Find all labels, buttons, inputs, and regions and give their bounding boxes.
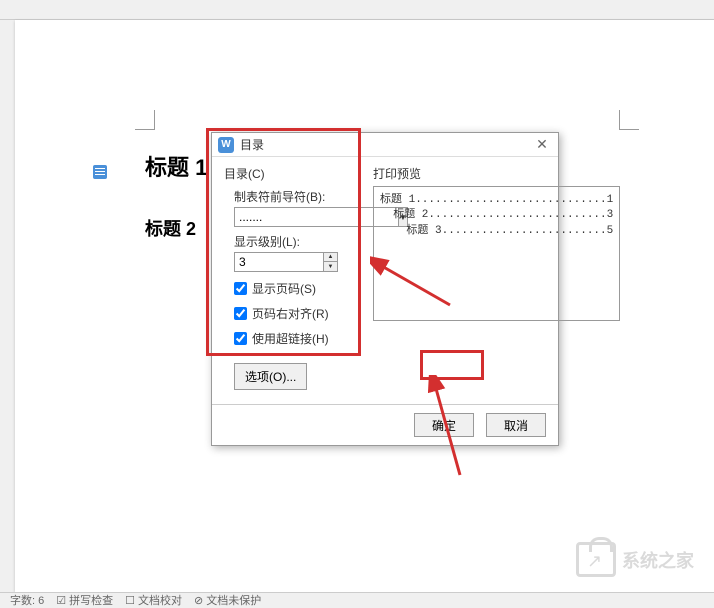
cancel-button[interactable]: 取消: [486, 413, 546, 437]
spinner-up-icon[interactable]: ▲: [324, 252, 338, 262]
toc-section-label: 目录(C): [224, 165, 359, 182]
status-unsaved[interactable]: ⊘文档未保护: [194, 592, 261, 608]
status-proof[interactable]: ☐文档校对: [125, 592, 182, 608]
status-bar: 字数: 6 ☑拼写检查 ☐文档校对 ⊘文档未保护: [0, 592, 714, 607]
status-word-count[interactable]: 字数: 6: [10, 592, 44, 608]
hyperlink-checkbox[interactable]: [234, 332, 247, 345]
hyperlink-label: 使用超链接(H): [252, 330, 329, 347]
toc-dialog: W 目录 ✕ 目录(C) 制表符前导符(B): ▼ 显示级别(L): ▲ ▼ 显…: [211, 132, 559, 446]
dialog-right-panel: 打印预览 标题 1.............................1 …: [373, 165, 620, 390]
dialog-footer: 确定 取消: [212, 404, 558, 445]
level-spinner[interactable]: ▲ ▼: [234, 252, 359, 272]
show-page-label: 显示页码(S): [252, 280, 316, 297]
crop-mark-tl: [135, 110, 155, 130]
level-input[interactable]: [234, 252, 324, 272]
crop-mark-tr: [619, 110, 639, 130]
preview-line-2: 标题 2...........................3: [380, 209, 613, 221]
dialog-left-panel: 目录(C) 制表符前导符(B): ▼ 显示级别(L): ▲ ▼ 显示页码(S): [224, 165, 359, 390]
show-page-checkbox[interactable]: [234, 282, 247, 295]
preview-line-3: 标题 3.........................5: [380, 225, 613, 237]
tab-leader-combo[interactable]: ▼: [234, 207, 359, 227]
print-preview-box: 标题 1.............................1 标题 2.…: [373, 186, 620, 321]
preview-label: 打印预览: [373, 165, 620, 182]
hyperlink-check-row[interactable]: 使用超链接(H): [234, 330, 359, 347]
wps-app-icon: W: [218, 137, 234, 153]
right-align-label: 页码右对齐(R): [252, 305, 329, 322]
heading-1-text: 标题 1: [145, 150, 207, 182]
status-spell-check[interactable]: ☑拼写检查: [56, 592, 113, 608]
options-button[interactable]: 选项(O)...: [234, 363, 307, 390]
show-level-label: 显示级别(L):: [234, 233, 359, 250]
spinner-down-icon[interactable]: ▼: [324, 262, 338, 272]
heading-2-text: 标题 2: [145, 215, 196, 241]
page-break-icon: [93, 165, 107, 179]
preview-line-1: 标题 1.............................1: [380, 194, 613, 206]
dialog-title: 目录: [240, 136, 532, 153]
ruler: [0, 0, 714, 20]
right-align-check-row[interactable]: 页码右对齐(R): [234, 305, 359, 322]
dialog-titlebar[interactable]: W 目录 ✕: [212, 133, 558, 157]
ok-button[interactable]: 确定: [414, 413, 474, 437]
tab-leader-label: 制表符前导符(B):: [234, 188, 359, 205]
close-icon[interactable]: ✕: [532, 135, 552, 155]
show-page-check-row[interactable]: 显示页码(S): [234, 280, 359, 297]
right-align-checkbox[interactable]: [234, 307, 247, 320]
